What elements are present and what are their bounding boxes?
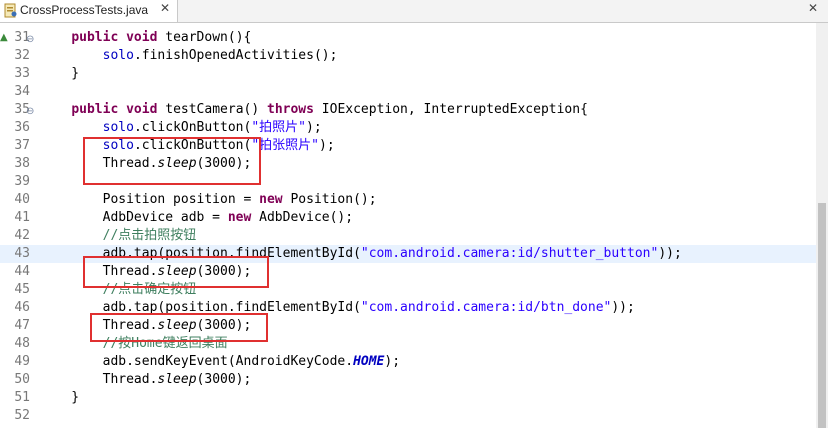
- code-token: new: [259, 192, 283, 207]
- line-number: 34: [14, 84, 30, 99]
- code-token: HOME: [353, 354, 385, 369]
- editor-tab-bar: CrossProcessTests.java ✕ ✕: [0, 0, 828, 23]
- code-line[interactable]: 42 //点击拍照按钮: [0, 227, 816, 245]
- code-text: AdbDevice adb = new AdbDevice();: [40, 209, 353, 227]
- code-token: "com.android.camera:id/shutter_button": [360, 246, 659, 261]
- line-number: 39: [14, 174, 30, 189]
- code-token: void: [126, 30, 158, 45]
- highlight-box-1: [83, 137, 261, 185]
- code-line[interactable]: 32 solo.finishOpenedActivities();: [0, 47, 816, 65]
- code-token: ));: [611, 300, 635, 315]
- code-token: void: [126, 102, 158, 117]
- tab-crossprocesstests[interactable]: CrossProcessTests.java ✕: [0, 0, 178, 22]
- code-token: new: [227, 210, 252, 225]
- code-token: //点击拍照按钮: [102, 228, 197, 243]
- code-token: AdbDevice();: [251, 210, 354, 225]
- line-number: 33: [14, 66, 30, 81]
- code-line[interactable]: 49 adb.sendKeyEvent(AndroidKeyCode.HOME)…: [0, 353, 816, 371]
- code-line[interactable]: 41 AdbDevice adb = new AdbDevice();: [0, 209, 816, 227]
- highlight-box-3: [90, 313, 268, 342]
- code-token: );: [319, 138, 335, 153]
- code-token: public: [71, 30, 119, 45]
- code-token: solo: [102, 48, 134, 63]
- line-number: 52: [14, 408, 30, 423]
- code-text: }: [40, 389, 79, 407]
- code-text: }: [40, 65, 79, 83]
- line-number: 47: [14, 318, 30, 333]
- line-number: 45: [14, 282, 30, 297]
- code-editor[interactable]: ▲ 31 ⊖ public void tearDown(){32 solo.fini…: [0, 23, 816, 428]
- line-number: 32: [14, 48, 30, 63]
- line-number: 41: [14, 210, 30, 225]
- code-token: "com.android.camera:id/btn_done": [360, 300, 612, 315]
- code-token: "拍照片": [251, 120, 306, 135]
- code-token: );: [306, 120, 322, 135]
- code-token: Thread.: [40, 372, 158, 387]
- line-number: 48: [14, 336, 30, 351]
- code-token: }: [40, 390, 80, 405]
- code-token: public: [71, 102, 119, 117]
- code-token: (3000);: [196, 372, 252, 387]
- line-number: 42: [14, 228, 30, 243]
- code-text: //点击拍照按钮: [40, 227, 197, 245]
- java-file-icon: [4, 3, 17, 18]
- code-line[interactable]: 35 ⊖ public void testCamera() throws IOEx…: [0, 101, 816, 119]
- code-token: .finishOpenedActivities();: [133, 48, 338, 63]
- code-text: public void tearDown(){: [40, 29, 251, 47]
- code-token: ));: [658, 246, 682, 261]
- code-text: solo.finishOpenedActivities();: [40, 47, 338, 65]
- code-token: );: [384, 354, 401, 369]
- code-token: adb.sendKeyEvent(AndroidKeyCode.: [40, 354, 354, 369]
- line-number: 38: [14, 156, 30, 171]
- code-token: Position();: [282, 192, 377, 207]
- code-token: sleep: [157, 372, 197, 387]
- scrollbar-thumb[interactable]: [818, 203, 826, 428]
- code-token: .clickOnButton(: [133, 120, 252, 135]
- code-line[interactable]: 36 solo.clickOnButton("拍照片");: [0, 119, 816, 137]
- code-token: IOException, InterruptedException{: [313, 102, 588, 117]
- code-line[interactable]: 51 }: [0, 389, 816, 407]
- line-number: 37: [14, 138, 30, 153]
- vertical-scrollbar[interactable]: [816, 23, 828, 428]
- code-line[interactable]: 40 Position position = new Position();: [0, 191, 816, 209]
- line-number: 36: [14, 120, 30, 135]
- code-token: }: [40, 66, 80, 81]
- code-token: Position position =: [40, 192, 260, 207]
- line-number: 43: [14, 246, 30, 261]
- code-text: Position position = new Position();: [40, 191, 377, 209]
- line-number: 50: [14, 372, 30, 387]
- close-icon[interactable]: ✕: [808, 1, 818, 15]
- code-text: adb.sendKeyEvent(AndroidKeyCode.HOME);: [40, 353, 400, 371]
- highlight-box-2: [83, 256, 269, 288]
- code-line[interactable]: 50 Thread.sleep(3000);: [0, 371, 816, 389]
- code-line[interactable]: ▲ 31 ⊖ public void tearDown(){: [0, 29, 816, 47]
- line-number: 40: [14, 192, 30, 207]
- code-token: AdbDevice adb =: [40, 210, 228, 225]
- code-text: public void testCamera() throws IOExcept…: [40, 101, 588, 119]
- code-line[interactable]: 33 }: [0, 65, 816, 83]
- line-number: 51: [14, 390, 30, 405]
- code-text: solo.clickOnButton("拍照片");: [40, 119, 322, 137]
- code-line[interactable]: 52: [0, 407, 816, 425]
- code-token: "拍张照片": [251, 138, 319, 153]
- line-number: 49: [14, 354, 30, 369]
- code-token: throws: [267, 102, 314, 117]
- line-number: 46: [14, 300, 30, 315]
- code-token: tearDown(){: [157, 30, 252, 45]
- line-number: 44: [14, 264, 30, 279]
- code-token: testCamera(): [157, 102, 267, 117]
- code-token: solo: [102, 120, 134, 135]
- override-arrow-icon: ▲: [0, 32, 8, 43]
- tab-title: CrossProcessTests.java: [20, 3, 149, 17]
- code-text: Thread.sleep(3000);: [40, 371, 252, 389]
- close-tab-button[interactable]: ✕: [160, 1, 170, 15]
- code-line[interactable]: 34: [0, 83, 816, 101]
